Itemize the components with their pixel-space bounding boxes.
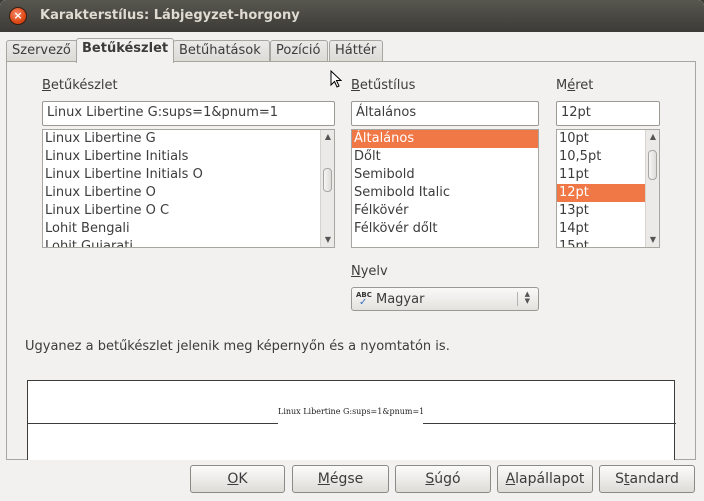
list-item[interactable]: Félkövér dőlt — [352, 220, 538, 238]
info-text: Ugyanez a betűkészlet jelenik meg képern… — [25, 339, 450, 354]
list-item[interactable]: 10,5pt — [557, 148, 659, 166]
baseline-left — [28, 423, 278, 424]
list-item-selected[interactable]: 12pt — [557, 184, 645, 202]
list-item[interactable]: 11pt — [557, 166, 659, 184]
font-family-list[interactable]: Linux Libertine G Linux Libertine Initia… — [42, 129, 335, 248]
language-value: Magyar — [376, 292, 425, 307]
scroll-up-icon[interactable]: ▲ — [323, 132, 333, 142]
spellcheck-icon: ABC ✓ — [356, 291, 372, 308]
list-item[interactable]: Semibold Italic — [352, 184, 538, 202]
scroll-down-icon[interactable]: ▼ — [648, 235, 658, 245]
scroll-up-icon[interactable]: ▲ — [648, 132, 658, 142]
combo-separator — [517, 292, 518, 306]
title-bar: × Karakterstílus: Lábjegyzet-horgony — [0, 0, 704, 32]
close-button[interactable]: × — [9, 7, 27, 25]
list-item[interactable]: Semibold — [352, 166, 538, 184]
font-preview: Linux Libertine G:sups=1&pnum=1 — [27, 380, 676, 462]
tab-organizer[interactable]: Szervező — [6, 40, 78, 62]
reset-button[interactable]: Alapállapot — [497, 465, 593, 493]
tab-position[interactable]: Pozíció — [270, 40, 328, 62]
updown-icon: ▲ ▼ — [524, 290, 530, 305]
font-size-list[interactable]: 10pt 10,5pt 11pt 12pt 13pt 14pt 15pt ▲ ▼ — [556, 129, 660, 248]
preview-text: Linux Libertine G:sups=1&pnum=1 — [278, 407, 425, 416]
font-style-input[interactable]: Általános — [351, 101, 539, 126]
scroll-down-icon[interactable]: ▼ — [323, 235, 333, 245]
tab-font[interactable]: Betűkészlet — [76, 38, 174, 63]
list-item[interactable]: Lohit Gujarati — [43, 238, 334, 247]
list-item[interactable]: 14pt — [557, 220, 659, 238]
list-item[interactable]: 15pt — [557, 238, 659, 247]
mouse-cursor-icon — [330, 70, 342, 88]
font-family-input[interactable]: Linux Libertine G:sups=1&pnum=1 — [42, 101, 335, 126]
list-item-selected[interactable]: Általános — [352, 130, 538, 148]
scroll-thumb[interactable] — [323, 168, 332, 192]
ok-button[interactable]: OK — [190, 465, 285, 493]
font-family-label: Betűkészlet — [42, 78, 118, 93]
tab-background[interactable]: Háttér — [329, 40, 383, 62]
font-size-input[interactable]: 12pt — [556, 101, 660, 126]
font-style-list[interactable]: Általános Dőlt Semibold Semibold Italic … — [351, 129, 539, 248]
list-item[interactable]: Linux Libertine O — [43, 184, 334, 202]
close-icon: × — [13, 9, 23, 22]
list-item[interactable]: 10pt — [557, 130, 659, 148]
list-item[interactable]: Félkövér — [352, 202, 538, 220]
cancel-button[interactable]: Mégse — [292, 465, 389, 493]
language-select[interactable]: ABC ✓ Magyar ▲ ▼ — [351, 287, 539, 311]
list-item[interactable]: Dőlt — [352, 148, 538, 166]
size-list-scrollbar[interactable]: ▲ ▼ — [645, 130, 659, 247]
list-item[interactable]: Linux Libertine G — [43, 130, 334, 148]
list-item[interactable]: Lohit Bengali — [43, 220, 334, 238]
language-label: Nyelv — [351, 264, 388, 279]
window-title: Karakterstílus: Lábjegyzet-horgony — [40, 8, 300, 23]
font-size-label: Méret — [556, 78, 594, 93]
list-item[interactable]: Linux Libertine Initials — [43, 148, 334, 166]
font-style-label: Betűstílus — [351, 78, 416, 93]
help-button[interactable]: Súgó — [395, 465, 491, 493]
tab-font-effects[interactable]: Betűhatások — [173, 40, 270, 62]
baseline-right — [423, 423, 676, 424]
list-item[interactable]: Linux Libertine Initials O — [43, 166, 334, 184]
standard-button[interactable]: Standard — [599, 465, 695, 493]
button-bar: OK Mégse Súgó Alapállapot Standard — [0, 460, 704, 501]
font-list-scrollbar[interactable]: ▲ ▼ — [320, 130, 334, 247]
scroll-thumb[interactable] — [648, 150, 657, 180]
dialog-window: × Karakterstílus: Lábjegyzet-horgony Sze… — [0, 0, 704, 501]
tab-panel: Betűkészlet Linux Libertine G:sups=1&pnu… — [6, 61, 696, 462]
list-item[interactable]: 13pt — [557, 202, 659, 220]
list-item[interactable]: Linux Libertine O C — [43, 202, 334, 220]
